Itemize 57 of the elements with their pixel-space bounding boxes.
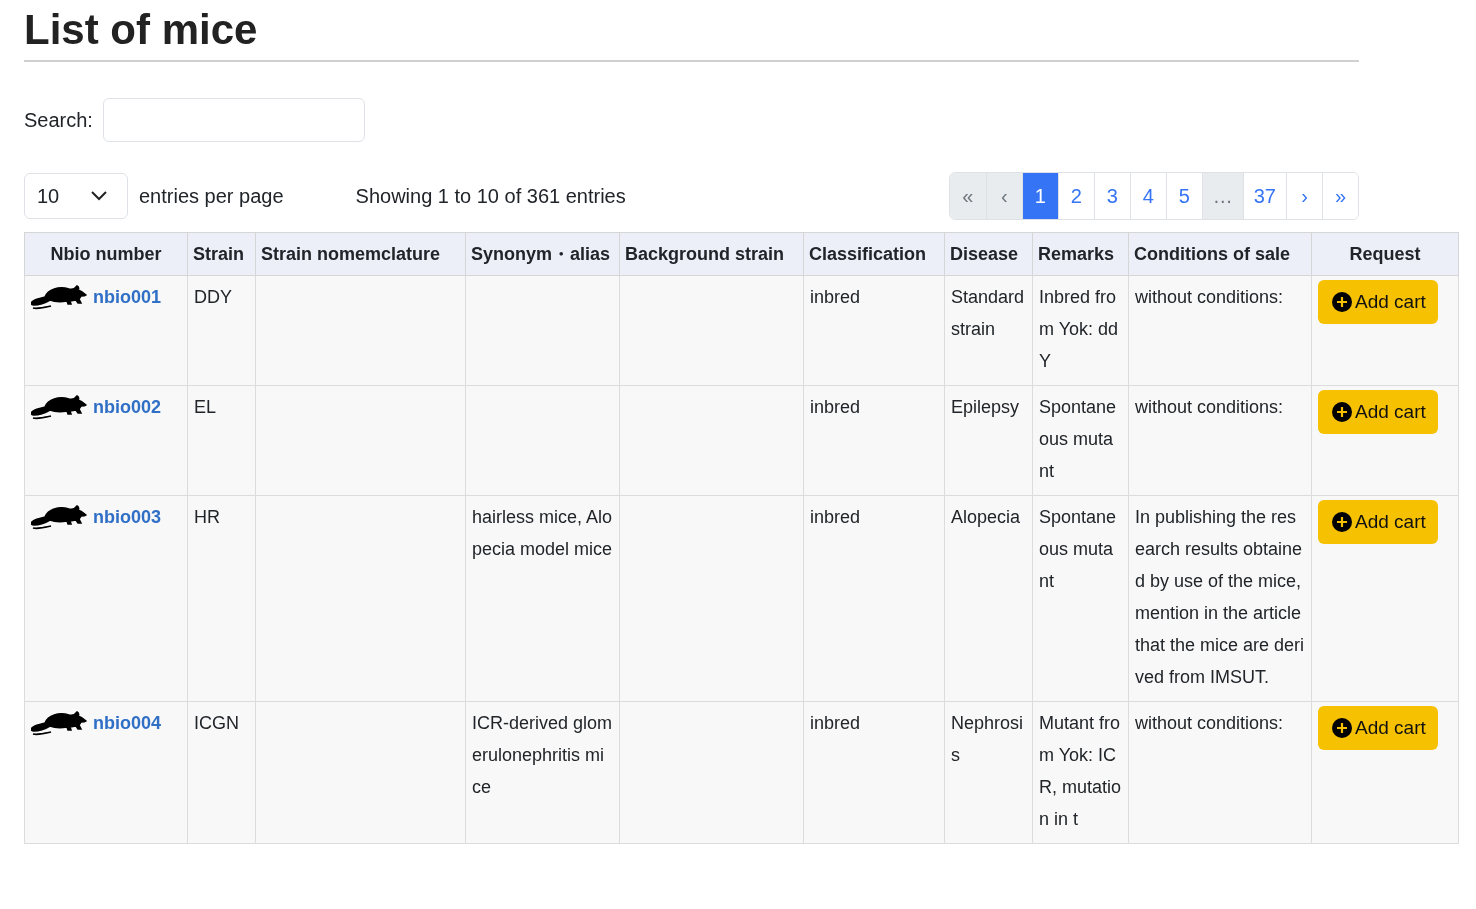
column-header: Synonym・alias [465, 232, 620, 276]
add-cart-button[interactable]: Add cart [1318, 390, 1438, 434]
column-header: Remarks [1032, 232, 1129, 276]
plus-circle-icon [1332, 402, 1352, 422]
column-header: Classification [803, 232, 945, 276]
table-cell: hairless mice, Alopecia model mice [465, 495, 620, 702]
table-cell: inbred [803, 275, 945, 386]
table-cell: Alopecia [944, 495, 1033, 702]
column-header: Conditions of sale [1128, 232, 1312, 276]
column-header: Background strain [619, 232, 804, 276]
page-title: List of mice [24, 6, 1359, 62]
table-cell: Mutant from Yok: ICR, mutation in t [1032, 701, 1129, 844]
search-label: Search: [24, 108, 93, 132]
add-cart-button[interactable]: Add cart [1318, 706, 1438, 750]
mouse-icon [31, 283, 87, 311]
search-field[interactable] [102, 98, 365, 142]
column-header: Disease [944, 232, 1033, 276]
table-cell: DDY [187, 275, 256, 386]
table-cell: HR [187, 495, 256, 702]
mouse-icon [31, 393, 87, 421]
column-header: Strain [187, 232, 256, 276]
strain-link[interactable]: nbio001 [93, 281, 162, 313]
plus-circle-icon [1332, 718, 1352, 738]
mouse-icon [31, 709, 87, 737]
table-cell: EL [187, 385, 256, 496]
table-cell: Standard strain [944, 275, 1033, 386]
table-cell: ICR-derived glomerulonephritis mice [465, 701, 620, 844]
page-size-select[interactable]: 10 [24, 173, 128, 219]
add-cart-button[interactable]: Add cart [1318, 280, 1438, 324]
strain-link[interactable]: nbio002 [93, 391, 162, 423]
table-cell: ICGN [187, 701, 256, 844]
column-header: Nbio number [24, 232, 188, 276]
table-cell: inbred [803, 701, 945, 844]
chevron-down-icon [91, 191, 107, 201]
entries-info: Showing 1 to 10 of 361 entries [355, 184, 626, 208]
table-cell: without conditions: [1128, 275, 1312, 386]
table-cell: Spontaneous mutant [1032, 385, 1129, 496]
table-cell: Epilepsy [944, 385, 1033, 496]
table-cell: without conditions: [1128, 701, 1312, 844]
column-header: Request [1311, 232, 1459, 276]
plus-circle-icon [1332, 292, 1352, 312]
page-size-label: entries per page [139, 184, 284, 208]
table-cell: Spontaneous mutant [1032, 495, 1129, 702]
page-button[interactable]: » [1322, 173, 1358, 219]
table-cell: In publishing the research results obtained by use of the mice, mention in the article that the mice are derived from IMSUT. [1128, 495, 1312, 702]
strain-link[interactable]: nbio004 [93, 707, 162, 739]
table-cell: inbred [803, 385, 945, 496]
table-cell: Nephrosis [944, 701, 1033, 844]
mouse-icon [31, 503, 87, 531]
table-cell: without conditions: [1128, 385, 1312, 496]
plus-circle-icon [1332, 512, 1352, 532]
add-cart-button[interactable]: Add cart [1318, 500, 1438, 544]
strain-link[interactable]: nbio003 [93, 501, 162, 533]
column-header: Strain nomemclature [255, 232, 466, 276]
page-button[interactable]: 1 [1021, 173, 1058, 219]
table-cell: Inbred from Yok: ddY [1032, 275, 1129, 386]
table-cell: inbred [803, 495, 945, 702]
